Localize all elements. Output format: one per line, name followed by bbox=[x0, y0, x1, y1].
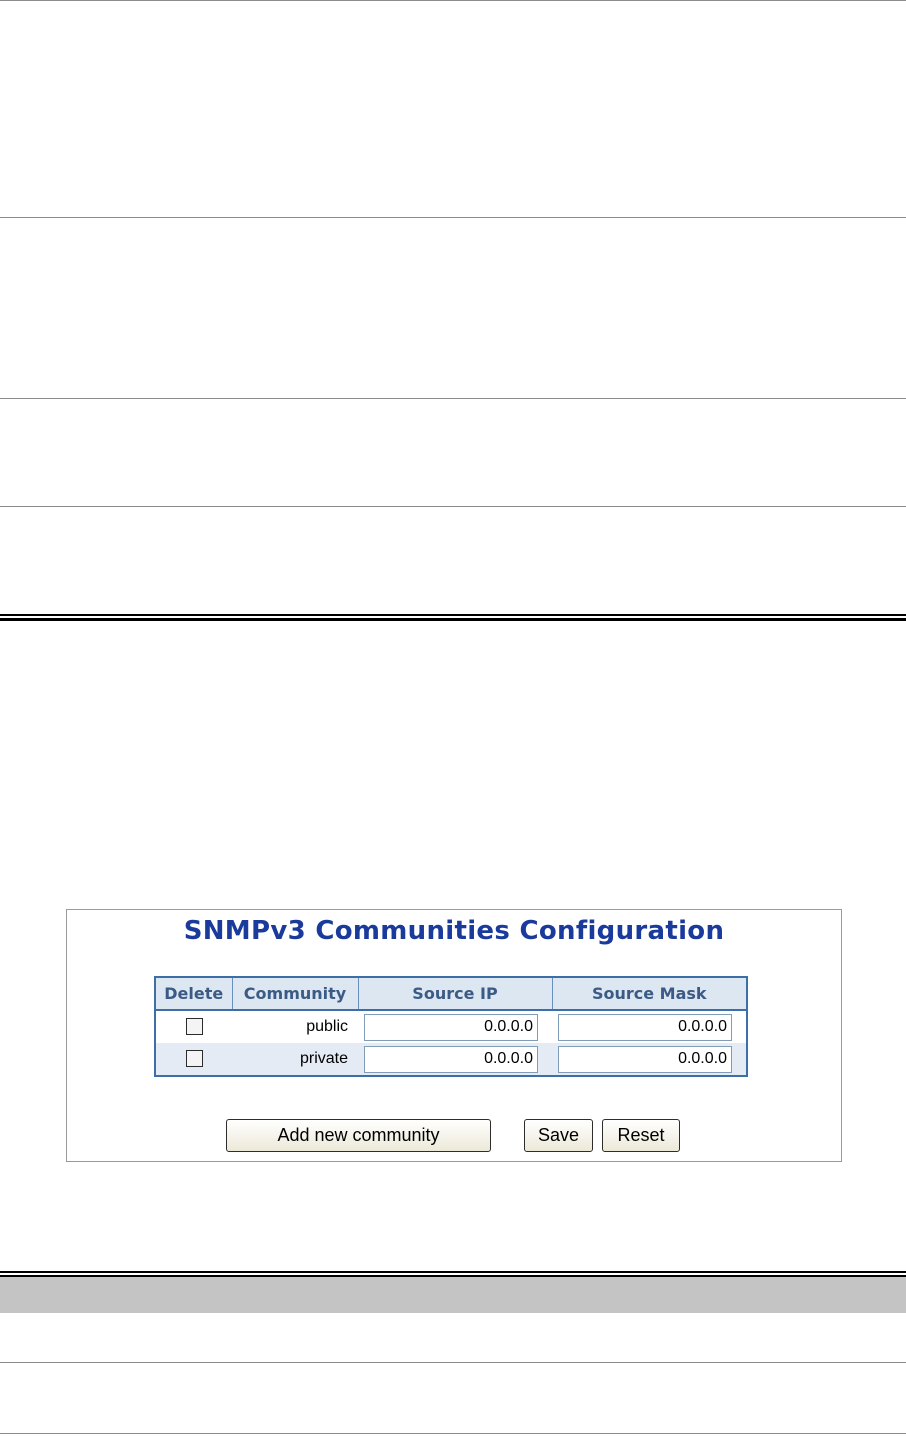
delete-checkbox[interactable] bbox=[185, 1050, 203, 1068]
section-divider bbox=[0, 614, 906, 616]
table-row: private bbox=[155, 1043, 747, 1076]
source-ip-input[interactable] bbox=[364, 1045, 538, 1073]
table-header-row: Delete Community Source IP Source Mask bbox=[154, 976, 748, 1011]
doc-table-rule bbox=[0, 217, 906, 218]
doc-table-rule bbox=[0, 398, 906, 399]
reset-button[interactable]: Reset bbox=[602, 1119, 680, 1152]
section-divider bbox=[0, 1271, 906, 1273]
source-mask-input[interactable] bbox=[558, 1045, 732, 1073]
table-row: public bbox=[155, 1010, 747, 1043]
doc-table-rule bbox=[0, 0, 906, 1]
source-ip-input[interactable] bbox=[364, 1013, 538, 1041]
save-button[interactable]: Save bbox=[524, 1119, 593, 1152]
community-name: private bbox=[232, 1043, 358, 1076]
delete-cell bbox=[155, 1043, 232, 1076]
source-ip-cell bbox=[358, 1010, 552, 1043]
source-mask-cell bbox=[552, 1043, 747, 1076]
community-name: public bbox=[232, 1010, 358, 1043]
source-mask-input[interactable] bbox=[558, 1013, 732, 1041]
column-header-source-ip: Source IP bbox=[357, 976, 553, 1011]
snmp-communities-panel: SNMPv3 Communities Configuration Delete … bbox=[66, 909, 842, 1162]
communities-table: Delete Community Source IP Source Mask p… bbox=[154, 976, 748, 1077]
panel-title: SNMPv3 Communities Configuration bbox=[183, 916, 725, 946]
delete-checkbox[interactable] bbox=[185, 1018, 203, 1036]
delete-cell bbox=[155, 1010, 232, 1043]
column-header-community: Community bbox=[231, 976, 359, 1011]
doc-table-header-bar bbox=[0, 1277, 906, 1313]
column-header-source-mask: Source Mask bbox=[551, 976, 748, 1011]
column-header-delete: Delete bbox=[154, 976, 233, 1011]
add-new-community-button[interactable]: Add new community bbox=[226, 1119, 491, 1152]
source-mask-cell bbox=[552, 1010, 747, 1043]
doc-table-rule bbox=[0, 1433, 906, 1434]
source-ip-cell bbox=[358, 1043, 552, 1076]
section-divider bbox=[0, 618, 906, 621]
doc-table-rule bbox=[0, 1362, 906, 1363]
doc-table-rule bbox=[0, 506, 906, 507]
